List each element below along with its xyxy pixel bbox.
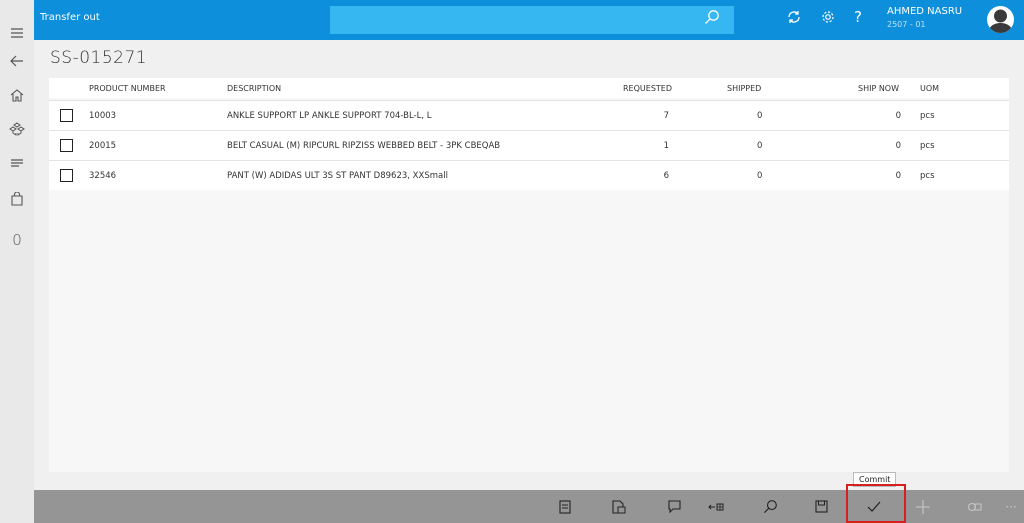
- shopping-bag-icon[interactable]: [0, 184, 34, 214]
- help-icon[interactable]: ?: [854, 8, 862, 26]
- search-icon[interactable]: [704, 9, 720, 29]
- table-row[interactable]: 20015 BELT CASUAL (M) RIPCURL RIPZISS WE…: [49, 130, 1009, 160]
- requested: 6: [663, 171, 669, 181]
- app-title: Transfer out: [40, 12, 100, 23]
- uom: pcs: [920, 111, 935, 121]
- header-bar: Transfer out ? AHMED NASRU 2507 - 01: [34, 0, 1024, 40]
- column-header-requested[interactable]: REQUESTED: [623, 84, 672, 93]
- product-number: 20015: [89, 141, 117, 151]
- more-icon[interactable]: ···: [996, 490, 1024, 523]
- avatar[interactable]: [987, 6, 1014, 33]
- column-header-shipped[interactable]: SHIPPED: [727, 84, 761, 93]
- note-icon[interactable]: [659, 490, 689, 523]
- ship-now[interactable]: 0: [879, 171, 901, 181]
- refresh-icon[interactable]: [786, 9, 802, 29]
- description: ANKLE SUPPORT LP ANKLE SUPPORT 704-BL-L,…: [227, 111, 432, 121]
- page-title: SS-015271: [50, 48, 148, 68]
- column-header-ship-now[interactable]: SHIP NOW: [858, 84, 899, 93]
- product-number: 32546: [89, 171, 117, 181]
- column-header-description[interactable]: DESCRIPTION: [227, 84, 281, 93]
- plus-icon[interactable]: [908, 490, 938, 523]
- products-icon[interactable]: [0, 114, 34, 144]
- description: BELT CASUAL (M) RIPCURL RIPZISS WEBBED B…: [227, 141, 501, 151]
- column-header-product-number[interactable]: PRODUCT NUMBER: [89, 84, 166, 93]
- shipped: 0: [757, 141, 763, 151]
- requested: 7: [663, 111, 669, 121]
- row-checkbox[interactable]: [60, 139, 73, 152]
- arrow-grid-icon[interactable]: [701, 490, 731, 523]
- hamburger-menu-icon[interactable]: [0, 18, 34, 48]
- document-list-icon[interactable]: [550, 490, 580, 523]
- box-document-icon[interactable]: [604, 490, 634, 523]
- commit-highlight-frame: [846, 484, 906, 523]
- search-input[interactable]: [330, 6, 734, 34]
- user-store-register: 2507 - 01: [887, 20, 926, 29]
- shipped: 0: [757, 171, 763, 181]
- left-rail: 0: [0, 0, 34, 523]
- cart-count: 0: [12, 231, 22, 249]
- row-checkbox[interactable]: [60, 169, 73, 182]
- settings-gear-icon[interactable]: [820, 9, 836, 29]
- ship-now[interactable]: 0: [879, 111, 901, 121]
- table-row[interactable]: 10003 ANKLE SUPPORT LP ANKLE SUPPORT 704…: [49, 100, 1009, 130]
- save-icon[interactable]: [806, 490, 836, 523]
- back-arrow-icon[interactable]: [0, 46, 34, 76]
- table-row[interactable]: 32546 PANT (W) ADIDAS ULT 3S ST PANT D89…: [49, 160, 1009, 190]
- shipped: 0: [757, 111, 763, 121]
- description: PANT (W) ADIDAS ULT 3S ST PANT D89623, X…: [227, 171, 448, 181]
- uom: pcs: [920, 171, 935, 181]
- search-icon[interactable]: [755, 490, 785, 523]
- home-icon[interactable]: [0, 80, 34, 110]
- ship-now[interactable]: 0: [879, 141, 901, 151]
- table-header: PRODUCT NUMBER DESCRIPTION REQUESTED SHI…: [49, 78, 1009, 98]
- multi-item-icon[interactable]: [959, 490, 989, 523]
- command-bar: ···: [34, 484, 1024, 523]
- requested: 1: [663, 141, 669, 151]
- uom: pcs: [920, 141, 935, 151]
- row-checkbox[interactable]: [60, 109, 73, 122]
- product-number: 10003: [89, 111, 117, 121]
- list-icon[interactable]: [0, 148, 34, 178]
- column-header-uom[interactable]: UOM: [920, 84, 939, 93]
- user-name[interactable]: AHMED NASRU: [887, 6, 962, 17]
- transfer-lines-table: PRODUCT NUMBER DESCRIPTION REQUESTED SHI…: [49, 78, 1009, 472]
